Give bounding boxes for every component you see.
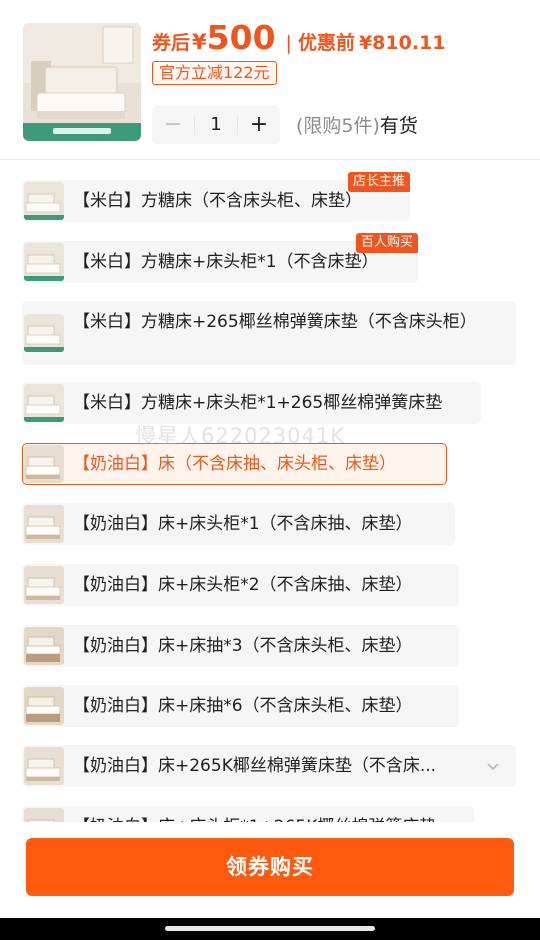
price-row: 券后 ¥ 500 | 优惠前 ¥810.11 <box>152 18 446 58</box>
option-thumbnail <box>24 627 64 665</box>
option-thumbnail <box>24 384 64 422</box>
sku-option[interactable]: 【米白】方糖床+床头柜*1（不含床垫） 百人购买 <box>22 233 418 283</box>
sku-option[interactable]: 【奶油白】床+床头柜*1+265K椰丝棉弹簧床垫 <box>22 806 474 822</box>
currency-symbol: ¥ <box>192 30 207 54</box>
option-thumbnail <box>24 243 64 281</box>
coupon-buy-button[interactable]: 领券购买 <box>26 838 514 896</box>
price-before-value: ¥810.11 <box>358 32 446 54</box>
stock-status: 有货 <box>379 115 418 137</box>
option-thumbnail <box>24 566 64 604</box>
option-label: 【米白】方糖床+265椰丝棉弹簧床垫（不含床头柜） <box>73 312 477 332</box>
sku-option[interactable]: 【奶油白】床+265K椰丝棉弹簧床垫（不含床... <box>22 745 516 787</box>
chevron-down-icon[interactable] <box>483 756 503 776</box>
option-label: 【奶油白】床+床抽*3（不含床头柜、床垫） <box>73 636 413 656</box>
price-prefix: 券后 <box>152 32 191 54</box>
option-thumbnail <box>24 808 64 822</box>
quantity-value[interactable]: 1 <box>194 115 238 135</box>
option-label: 【米白】方糖床+床头柜*1+265椰丝棉弹簧床垫 <box>73 393 443 413</box>
option-label: 【奶油白】床+265K椰丝棉弹簧床垫（不含床... <box>73 756 437 776</box>
sku-option[interactable]: 【奶油白】床+床抽*3（不含床头柜、床垫） <box>22 625 459 667</box>
price-separator: | <box>285 32 292 54</box>
option-label: 【奶油白】床+床头柜*1+265K椰丝棉弹簧床垫 <box>73 807 463 822</box>
price-before-label: 优惠前 <box>297 32 355 54</box>
decrease-button[interactable]: − <box>152 106 194 144</box>
option-label: 【奶油白】床+床头柜*2（不含床抽、床垫） <box>73 575 413 595</box>
coupon-badge: 官方立减122元 <box>152 61 277 85</box>
product-header: 券后 ¥ 500 | 优惠前 ¥810.11 官方立减122元 − 1 + (限… <box>0 0 540 160</box>
sku-option-list[interactable]: 【米白】方糖床（不含床头柜、床垫） 店长主推 【米白】方糖床+床头柜*1（不含床… <box>0 162 540 822</box>
option-thumbnail <box>24 182 64 220</box>
quantity-stepper: − 1 + <box>152 106 280 144</box>
purchase-limit: (限购5件) <box>296 115 380 137</box>
increase-button[interactable]: + <box>238 106 280 144</box>
option-label: 【奶油白】床（不含床抽、床头柜、床垫） <box>73 454 396 474</box>
sku-option[interactable]: 【米白】方糖床（不含床头柜、床垫） 店长主推 <box>22 172 410 222</box>
option-thumbnail <box>24 505 64 543</box>
option-thumbnail <box>24 314 64 352</box>
option-thumbnail <box>24 687 64 725</box>
option-thumbnail <box>24 747 64 785</box>
product-image[interactable] <box>23 23 141 141</box>
option-tag: 店长主推 <box>347 172 410 192</box>
option-label: 【奶油白】床+床抽*6（不含床头柜、床垫） <box>73 696 413 716</box>
option-thumbnail <box>24 445 64 483</box>
option-tag: 百人购买 <box>355 233 418 253</box>
watermark: 慢星人622023041K <box>135 424 346 448</box>
stock-info: (限购5件)有货 <box>296 111 418 138</box>
sku-option[interactable]: 【奶油白】床+床抽*6（不含床头柜、床垫） <box>22 685 459 727</box>
sku-option[interactable]: 【奶油白】床+床头柜*2（不含床抽、床垫） <box>22 564 459 606</box>
sku-option[interactable]: 【奶油白】床+床头柜*1（不含床抽、床垫） <box>22 503 455 545</box>
sku-option[interactable]: 【米白】方糖床+床头柜*1+265椰丝棉弹簧床垫 <box>22 382 481 424</box>
home-indicator[interactable] <box>165 926 375 931</box>
option-label: 【奶油白】床+床头柜*1（不含床抽、床垫） <box>73 514 413 534</box>
coupon-price: 500 <box>206 18 276 57</box>
sku-option[interactable]: 【米白】方糖床+265椰丝棉弹簧床垫（不含床头柜） <box>22 301 516 365</box>
